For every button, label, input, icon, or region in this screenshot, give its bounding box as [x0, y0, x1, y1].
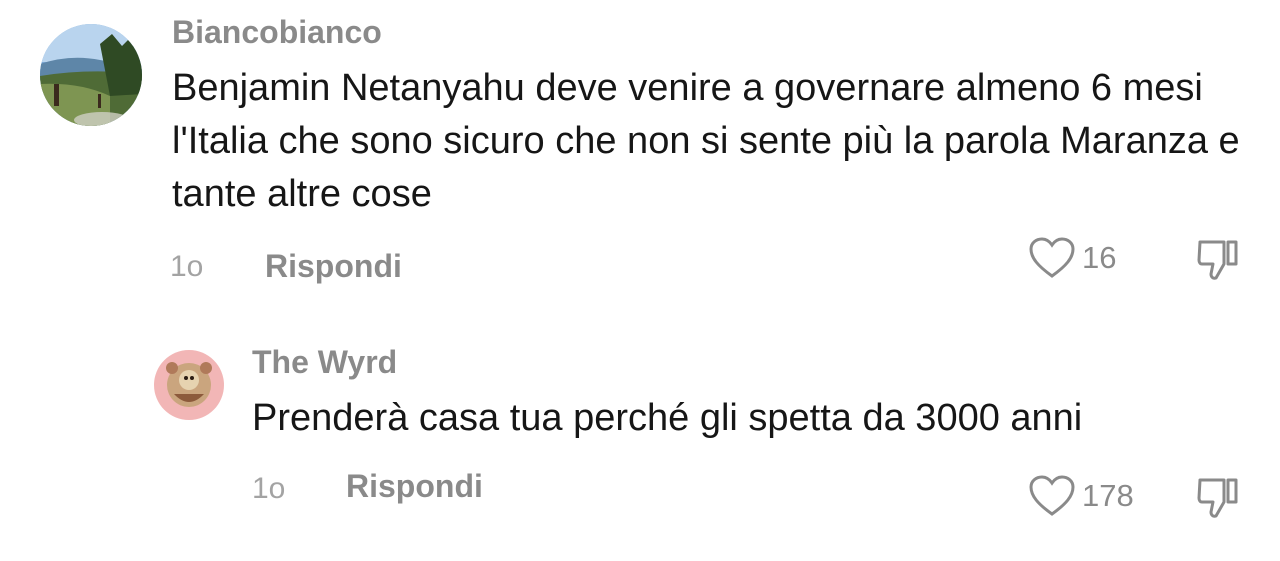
like-button[interactable]: 16 [1028, 236, 1116, 280]
heart-icon [1029, 237, 1075, 278]
like-count: 178 [1082, 478, 1134, 513]
thumbs-down-icon [1197, 478, 1238, 518]
landscape-avatar-image [40, 24, 142, 126]
comment-username[interactable]: Biancobianco [172, 14, 382, 51]
comment-timestamp: 1o [252, 472, 286, 505]
illustration-avatar-image [154, 350, 224, 420]
comment-timestamp: 1o [170, 250, 204, 283]
avatar[interactable] [40, 24, 142, 126]
like-button[interactable]: 178 [1028, 474, 1134, 518]
comment-text: Benjamin Netanyahu deve venire a governa… [172, 67, 1240, 215]
comments-thread: Biancobianco Benjamin Netanyahu deve ven… [0, 0, 1280, 561]
like-count: 16 [1082, 240, 1117, 275]
avatar[interactable] [154, 350, 224, 420]
comment-2: The Wyrd Prenderà casa tua perché gli sp… [0, 300, 1280, 561]
reply-button[interactable]: Rispondi [346, 468, 483, 505]
comment-1: Biancobianco Benjamin Netanyahu deve ven… [0, 0, 1280, 300]
dislike-button[interactable] [1196, 474, 1240, 525]
thumbs-down-icon [1197, 240, 1238, 280]
heart-icon [1029, 475, 1075, 516]
comment-text: Prenderà casa tua perché gli spetta da 3… [252, 397, 1083, 439]
reply-button[interactable]: Rispondi [265, 248, 402, 285]
dislike-button[interactable] [1196, 236, 1240, 287]
comment-username[interactable]: The Wyrd [252, 344, 397, 381]
